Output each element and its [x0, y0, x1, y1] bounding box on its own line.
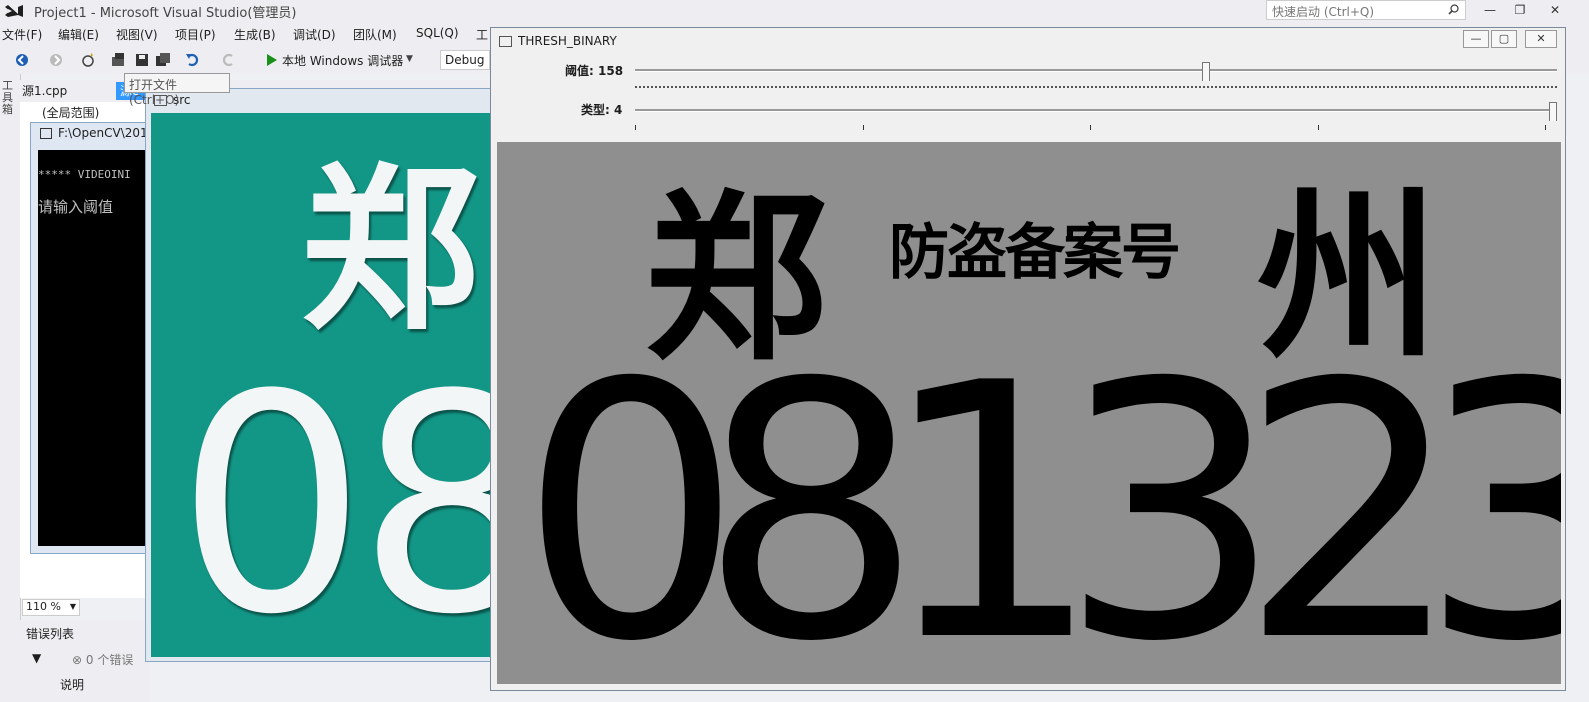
menu-edit[interactable]: 编辑(E)	[58, 26, 99, 43]
console-window-icon	[40, 128, 52, 139]
zoom-level-select[interactable]: 110 % ▼	[22, 599, 80, 616]
threshold-trackbar-label: 阈值: 158	[565, 62, 623, 79]
threshold-value: 158	[598, 64, 624, 78]
trackbar-tick	[1318, 125, 1319, 130]
quick-launch-input[interactable]: 快速启动 (Ctrl+Q)	[1266, 0, 1466, 20]
window-icon	[499, 36, 512, 47]
open-file-icon[interactable]	[111, 52, 127, 68]
threshold-trackbar[interactable]	[635, 59, 1557, 89]
quick-launch-placeholder: 快速启动 (Ctrl+Q)	[1272, 5, 1375, 19]
menu-debug[interactable]: 调试(D)	[293, 26, 336, 43]
binary-plate-number: 0813232	[519, 309, 1561, 684]
menu-file[interactable]: 文件(F)	[2, 26, 42, 43]
window-title: Project1 - Microsoft Visual Studio(管理员)	[34, 6, 297, 21]
scope-dropdown[interactable]: (全局范围)	[42, 104, 99, 121]
type-trackbar[interactable]	[635, 99, 1557, 137]
menu-build[interactable]: 生成(B)	[234, 26, 276, 43]
menu-sql[interactable]: SQL(Q)	[416, 26, 459, 40]
plate-digits: 08	[176, 331, 496, 657]
chevron-down-icon: ▼	[69, 602, 76, 611]
undo-icon[interactable]	[185, 52, 201, 68]
trackbar-ticks	[635, 86, 1557, 90]
menu-tools[interactable]: 工	[476, 26, 488, 43]
trackbar-tick	[635, 125, 636, 130]
console-line: ***** VIDEOINI	[38, 168, 131, 181]
visual-studio-logo-icon	[5, 5, 23, 17]
trackbar-tick	[863, 125, 864, 130]
toolbox-tab[interactable]: 工具箱	[2, 80, 16, 116]
solution-config-select[interactable]: Debug	[440, 50, 490, 70]
error-description-column: 说明	[60, 678, 85, 692]
close-button[interactable]: ✕	[1525, 30, 1557, 48]
restore-button[interactable]: ❐	[1505, 0, 1535, 20]
close-button[interactable]: ✕	[1540, 0, 1570, 20]
run-target-label[interactable]: 本地 Windows 调试器	[282, 52, 403, 69]
open-file-tooltip: 打开文件 (Ctrl+O)	[124, 73, 230, 107]
type-trackbar-thumb[interactable]	[1549, 102, 1557, 121]
minimize-button[interactable]: —	[1463, 30, 1489, 48]
forward-icon[interactable]	[48, 52, 64, 68]
maximize-button[interactable]: ▢	[1491, 30, 1517, 48]
binary-subtitle: 防盗备案号	[889, 218, 1181, 288]
search-icon	[1448, 4, 1459, 15]
console-prompt: 请输入阈值	[38, 198, 114, 216]
error-count-filter[interactable]: ⊗ 0 个错误	[72, 651, 133, 668]
back-icon[interactable]	[14, 52, 30, 68]
filter-icon[interactable]: ▼	[32, 651, 41, 665]
save-icon[interactable]	[134, 52, 150, 68]
error-list-title[interactable]: 错误列表	[26, 625, 74, 642]
trackbar-tick	[1090, 125, 1091, 130]
zoom-level-value: 110 %	[26, 600, 61, 613]
toolbox-strip	[0, 74, 21, 702]
save-all-icon[interactable]	[155, 52, 171, 68]
trackbar-channel	[635, 109, 1557, 112]
source-plate-image: 郑 08	[151, 113, 496, 657]
type-value: 4	[614, 103, 623, 117]
error-count-label: 0 个错误	[85, 653, 134, 667]
menu-view[interactable]: 视图(V)	[116, 26, 158, 43]
menu-project[interactable]: 项目(P)	[175, 26, 216, 43]
chevron-down-icon[interactable]: ▼	[406, 54, 413, 64]
console-window-title: F:\OpenCV\201	[58, 126, 148, 140]
threshold-trackbar-thumb[interactable]	[1202, 62, 1210, 81]
tab-source1-cpp[interactable]: 源1.cpp	[22, 82, 67, 99]
trackbar-tick	[1545, 125, 1546, 130]
src-image-window[interactable]: src 郑 08	[145, 88, 497, 662]
type-label-text: 类型:	[581, 103, 610, 117]
threshold-label-text: 阈值:	[565, 64, 594, 78]
plate-hanzi: 郑	[301, 147, 479, 354]
redo-icon[interactable]	[220, 52, 236, 68]
binary-plate-image: 郑 防盗备案号 州 0813232	[497, 142, 1561, 684]
trackbar-panel: 阈值: 158 类型: 4	[497, 54, 1561, 142]
trackbar-channel	[635, 69, 1557, 72]
new-project-icon[interactable]	[80, 52, 96, 68]
thresh-binary-window[interactable]: THRESH_BINARY — ▢ ✕ 阈值: 158 类型: 4 郑 防盗备案…	[490, 27, 1566, 691]
minimize-button[interactable]: —	[1475, 0, 1505, 20]
start-debugging-icon[interactable]	[264, 52, 280, 68]
menu-team[interactable]: 团队(M)	[353, 26, 397, 43]
type-trackbar-label: 类型: 4	[581, 101, 622, 118]
thresh-window-title: THRESH_BINARY	[518, 34, 617, 48]
vs-title-bar: Project1 - Microsoft Visual Studio(管理员) …	[0, 0, 1589, 22]
